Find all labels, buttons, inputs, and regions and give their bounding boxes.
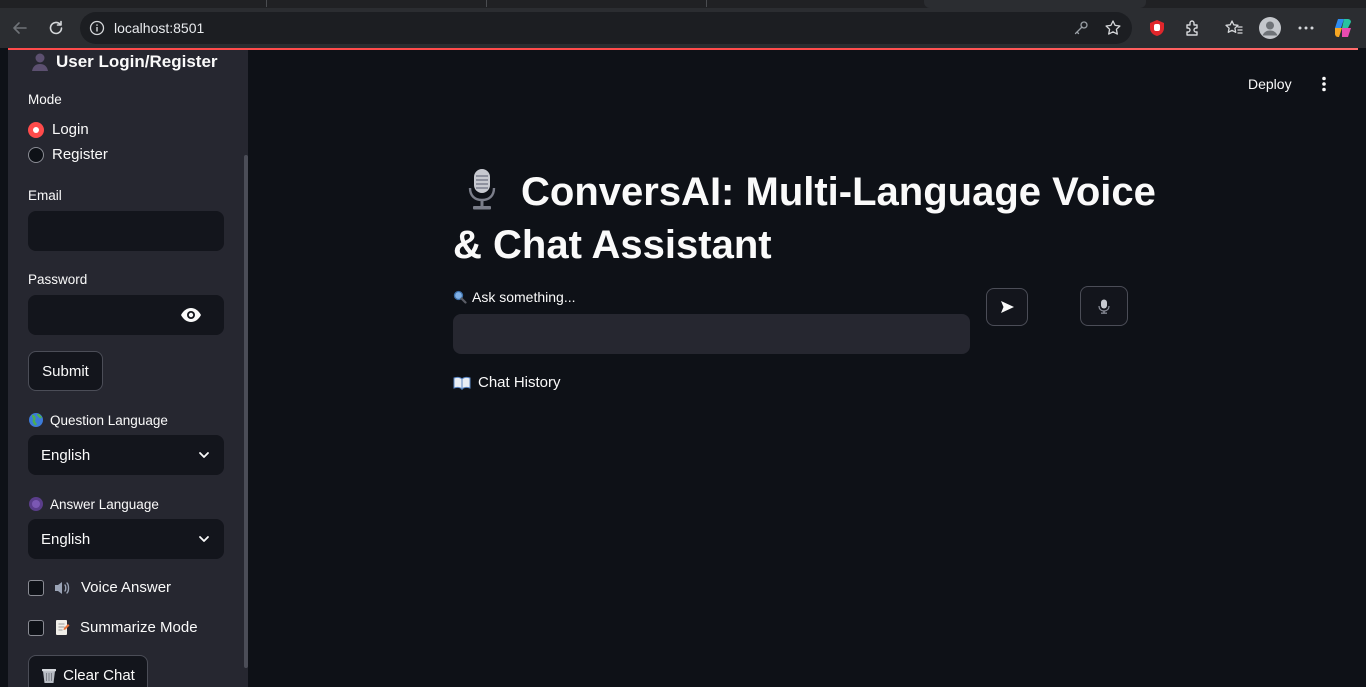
main-content: Deploy ConversAI: Multi-Language Voice &… — [248, 50, 1358, 687]
microphone-icon — [1098, 299, 1110, 314]
sidebar-title-text: User Login/Register — [56, 52, 218, 71]
tab-separator — [706, 0, 707, 7]
send-button[interactable] — [986, 288, 1028, 326]
answer-language-value: English — [41, 531, 91, 548]
mode-label: Mode — [28, 92, 62, 107]
main-menu-kebab-icon[interactable] — [1318, 76, 1330, 92]
site-info-icon[interactable] — [89, 20, 105, 36]
summarize-mode-label: Summarize Mode — [80, 619, 198, 636]
profile-avatar-icon[interactable] — [1258, 16, 1282, 40]
question-language-value: English — [41, 447, 91, 464]
page-title-text: ConversAI: Multi-Language Voice & Chat A… — [453, 170, 1156, 267]
browser-toolbar: localhost:8501 — [0, 8, 1366, 48]
question-language-label: Question Language — [28, 412, 168, 428]
clear-chat-label: Clear Chat — [63, 666, 135, 684]
microphone-button[interactable] — [1080, 286, 1128, 326]
url-text: localhost:8501 — [114, 20, 205, 36]
studio-microphone-icon — [468, 169, 496, 210]
clear-chat-button[interactable]: Clear Chat — [28, 655, 148, 687]
radio-unselected-indicator[interactable] — [28, 146, 44, 163]
question-language-text: Question Language — [50, 412, 168, 428]
extension-shield-icon[interactable] — [1145, 16, 1169, 40]
more-menu-icon[interactable] — [1294, 16, 1318, 40]
deploy-button[interactable]: Deploy — [1248, 76, 1292, 92]
radio-register-label: Register — [52, 146, 108, 163]
radio-register[interactable]: Register — [28, 146, 108, 163]
radio-selected-indicator[interactable] — [28, 121, 44, 138]
page-title: ConversAI: Multi-Language Voice & Chat A… — [453, 166, 1173, 272]
radio-login[interactable]: Login — [28, 121, 89, 138]
password-field[interactable] — [28, 295, 224, 335]
favorites-icon[interactable] — [1222, 16, 1246, 40]
password-label: Password — [28, 272, 88, 287]
chat-history-label: Chat History — [478, 374, 561, 391]
copilot-icon[interactable] — [1331, 16, 1355, 40]
active-tab[interactable] — [924, 0, 1146, 8]
chat-history-heading: Chat History — [453, 374, 561, 391]
send-arrow-icon — [1001, 301, 1014, 313]
favorite-star-icon[interactable] — [1104, 19, 1122, 37]
answer-language-label: Answer Language — [28, 496, 159, 512]
speaker-icon — [55, 581, 70, 594]
answer-language-select[interactable]: English — [28, 519, 224, 559]
tab-separator — [266, 0, 267, 7]
back-icon[interactable] — [8, 16, 32, 40]
sidebar: User Login/Register Mode Login Register … — [8, 50, 248, 687]
email-field[interactable] — [28, 211, 224, 251]
password-key-icon[interactable] — [1072, 19, 1090, 37]
summarize-mode-checkbox[interactable] — [28, 619, 44, 636]
submit-button[interactable]: Submit — [28, 351, 103, 391]
address-bar[interactable]: localhost:8501 — [80, 12, 1132, 44]
sidebar-title: User Login/Register — [30, 52, 218, 72]
voice-answer-label: Voice Answer — [81, 579, 172, 596]
ask-label: Ask something... — [453, 289, 576, 305]
wastebasket-icon — [42, 668, 57, 683]
chevron-down-icon — [199, 536, 209, 542]
extensions-puzzle-icon[interactable] — [1181, 16, 1205, 40]
magnifying-glass-icon — [453, 290, 467, 304]
user-icon — [32, 53, 48, 71]
summarize-mode-checkbox-row[interactable]: Summarize Mode — [28, 619, 198, 636]
radio-login-label: Login — [52, 121, 89, 138]
show-password-eye-icon[interactable] — [180, 306, 202, 324]
question-language-select[interactable]: English — [28, 435, 224, 475]
voice-answer-checkbox[interactable] — [28, 579, 44, 596]
reload-icon[interactable] — [44, 16, 68, 40]
tab-separator — [486, 0, 487, 7]
globe-icon — [29, 413, 43, 427]
answer-language-text: Answer Language — [50, 496, 159, 512]
browser-tab-strip — [0, 0, 1366, 8]
open-book-icon — [453, 376, 471, 390]
speaking-head-icon — [29, 497, 43, 511]
memo-icon — [56, 620, 70, 635]
ask-label-text: Ask something... — [472, 289, 576, 305]
ask-input[interactable] — [453, 314, 970, 354]
voice-answer-checkbox-row[interactable]: Voice Answer — [28, 579, 171, 596]
email-label: Email — [28, 188, 62, 203]
chevron-down-icon — [199, 452, 209, 458]
